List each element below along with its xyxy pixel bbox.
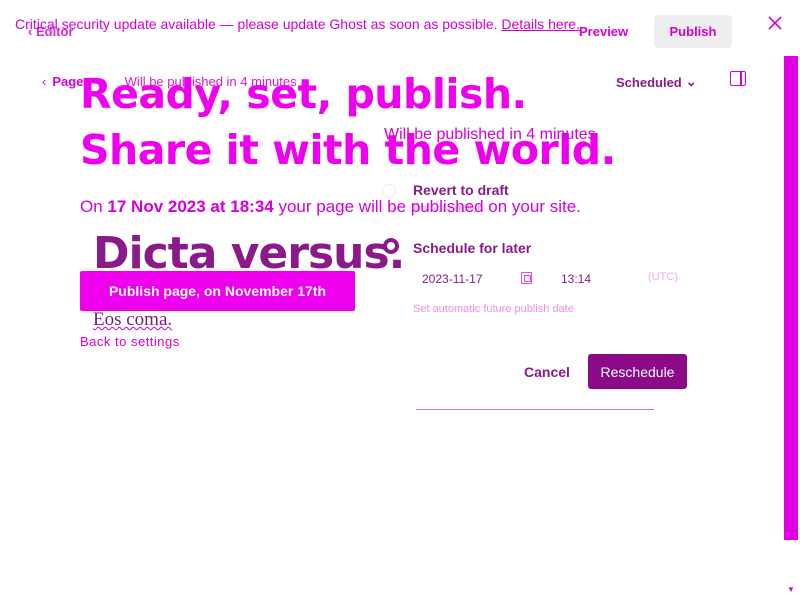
chevron-left-icon: ‹	[28, 24, 33, 39]
chevron-down-icon: ⌄	[685, 74, 697, 89]
close-icon[interactable]	[766, 14, 784, 32]
schedule-dialog-title: Will be published in 4 minutes	[384, 126, 596, 143]
revert-radio[interactable]	[382, 184, 396, 198]
status-dropdown-value: Scheduled	[616, 74, 682, 90]
banner-details-link[interactable]: Details here.	[501, 16, 580, 32]
cancel-button[interactable]: Cancel	[524, 364, 570, 380]
preview-button[interactable]: Preview	[579, 24, 628, 39]
revert-description: Do not publish	[413, 203, 484, 215]
reschedule-button[interactable]: Reschedule	[588, 354, 687, 389]
sidebar-toggle-icon[interactable]	[730, 71, 746, 86]
post-body-text: Eos coma.	[93, 309, 173, 330]
publish-button[interactable]: Publish	[654, 15, 732, 48]
status-dropdown[interactable]: Scheduled ⌄	[616, 74, 697, 90]
post-body: Eos coma.	[93, 309, 172, 331]
editor-back-button[interactable]: ‹ Editor	[28, 24, 74, 39]
summary-date: 17 Nov 2023 at 18:34	[107, 197, 274, 216]
timezone-label: (UTC)	[648, 271, 678, 283]
summary-prefix: On	[80, 197, 108, 216]
chevron-left-icon[interactable]: ‹	[42, 74, 46, 89]
hero-line-1: Ready, set, publish.	[80, 70, 527, 118]
revert-label[interactable]: Revert to draft	[413, 182, 509, 198]
schedule-hint: Set automatic future publish date	[413, 303, 574, 315]
divider	[416, 409, 654, 410]
hero-heading: Ready, set, publish. Share it with the w…	[80, 66, 616, 178]
publish-page-button[interactable]: Publish page, on November 17th	[80, 271, 355, 311]
scrollbar[interactable]	[784, 56, 798, 540]
banner-message: Critical security update available — ple…	[15, 16, 498, 32]
editor-back-label: Editor	[35, 24, 74, 39]
schedule-radio[interactable]	[383, 238, 399, 254]
scroll-down-icon[interactable]: ▼	[786, 585, 796, 595]
calendar-icon[interactable]	[521, 272, 532, 284]
security-banner: Critical security update available — ple…	[15, 16, 580, 32]
schedule-label[interactable]: Schedule for later	[413, 240, 531, 256]
publish-summary: On 17 Nov 2023 at 18:34 your page will b…	[80, 197, 581, 217]
back-to-settings-link[interactable]: Back to settings	[80, 334, 180, 349]
